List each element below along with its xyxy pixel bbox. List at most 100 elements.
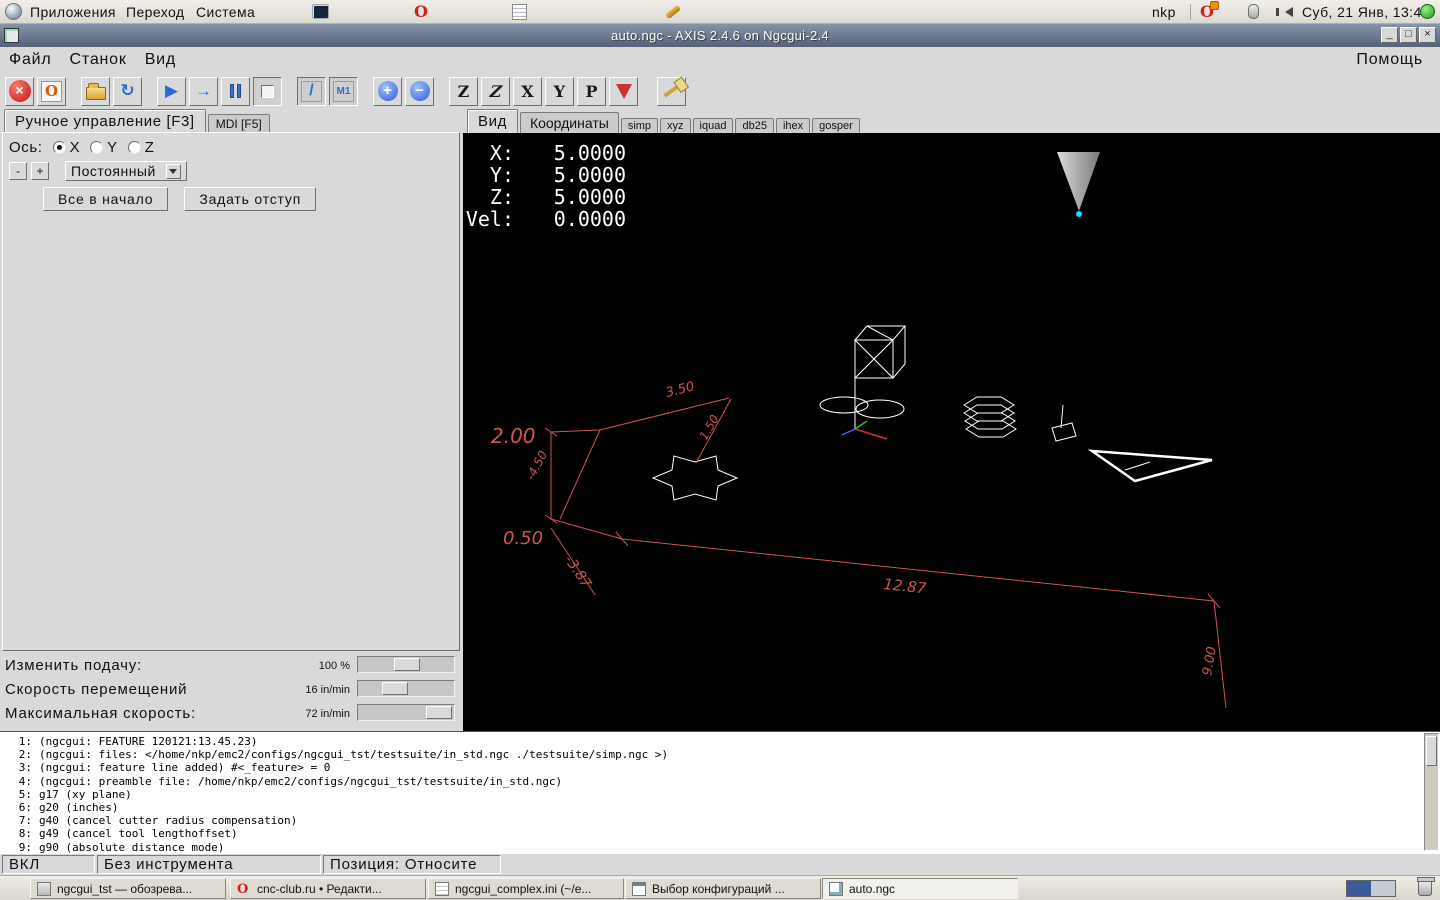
tray-opera[interactable]: O [1200,0,1220,23]
jog-speed-row: Скорость перемещений 16 in/min [0,678,460,701]
stop-button[interactable] [253,76,282,106]
zoom-in-button[interactable]: + [373,76,402,106]
feed-override-handle[interactable] [394,658,420,671]
reload-file-button[interactable]: ↻ [113,76,142,106]
distro-menu-icon[interactable] [5,0,22,23]
maximize-button[interactable]: □ [1400,27,1417,43]
jog-speed-handle[interactable] [382,682,408,695]
dro-vel-value: 0.0000 [554,207,626,231]
taskbar-item-axis[interactable]: auto.ngc [822,878,1018,899]
tab-simp[interactable]: simp [620,118,659,133]
radio-axis-x[interactable]: X [52,139,81,156]
max-velocity-slider[interactable] [357,704,455,721]
tab-ihex[interactable]: ihex [775,118,811,133]
gcode-line[interactable]: 1: (ngcgui: FEATURE 120121:13.45.23) [6,735,1440,748]
combo-arrow-button[interactable] [165,163,181,179]
menu-file[interactable]: Файл [0,49,61,71]
menu-applications[interactable]: Приложения [30,0,116,23]
minimize-button[interactable]: _ [1381,27,1398,43]
launcher-tool[interactable] [664,0,682,23]
launcher-opera[interactable]: O [414,0,428,23]
estop-button[interactable]: × [5,76,34,106]
extents-dimension-lines [544,397,1227,709]
launcher-terminal[interactable] [312,0,329,23]
dim-3-50: 3.50 [664,379,696,401]
taskbar-item-file-browser[interactable]: ngcgui_tst — обозрева... [30,878,226,899]
workspace-1[interactable] [1347,881,1371,896]
feed-override-slider[interactable] [357,656,455,673]
gcode-line[interactable]: 8: g49 (cancel tool lengthoffset) [6,827,1440,840]
run-program-button[interactable]: ▶ [157,76,186,106]
window-icon[interactable] [4,28,19,43]
trash-icon[interactable] [1417,877,1435,896]
gcode-line[interactable]: 2: (ngcgui: files: </home/nkp/emc2/config… [6,748,1440,761]
tab-mdi[interactable]: MDI [F5] [207,114,270,133]
jog-speed-slider[interactable] [357,680,455,697]
jog-speed-combobox[interactable]: Постоянный [65,161,187,181]
tab-db25[interactable]: db25 [735,118,774,133]
max-velocity-handle[interactable] [426,706,452,719]
tray-volume[interactable] [1276,0,1293,23]
touch-off-button[interactable]: Задать отступ [184,187,317,211]
tab-dro[interactable]: Координаты [519,112,619,133]
zoom-out-button[interactable]: − [405,76,434,106]
tab-preview[interactable]: Вид [467,109,518,133]
gcode-line[interactable]: 6: g20 (inches) [6,801,1440,814]
feed-override-label: Изменить подачу: [5,657,143,674]
gcode-line[interactable]: 4: (ngcgui: preamble file: /home/nkp/emc2… [6,775,1440,788]
view-top-button[interactable]: Z [449,76,478,106]
taskbar-item-config-picker[interactable]: Выбор конфигураций ... [625,878,821,899]
view-front-icon: Y [553,81,566,101]
manual-panel: Ось: X Y Z - + Постоянный Все в начало З… [2,132,460,651]
workspace-switcher[interactable] [1346,880,1396,897]
step-button[interactable]: → [189,76,218,106]
dim-1-50: 1.50 [696,412,722,442]
gcode-line[interactable]: 7: g40 (cancel cutter radius compensation… [6,814,1440,827]
tab-iquad[interactable]: iquad [692,118,734,133]
dim-minus-3-87: -3.87 [561,552,595,591]
launcher-editor[interactable] [512,0,527,23]
preview-3d-canvas[interactable]: X: 5.0000 Y: 5.0000 Z: 5.0000 Vel: 0.000… [463,133,1440,731]
window-titlebar[interactable]: auto.ngc - AXIS 2.4.6 on Ngcgui-2.4 _ □ … [0,24,1440,47]
menu-machine[interactable]: Станок [61,49,136,71]
taskbar-item-opera[interactable]: O cnc-club.ru • Редакти... [230,878,426,899]
view-side-button[interactable]: X [513,76,542,106]
gcode-scrollbar[interactable] [1424,733,1439,851]
gcode-line[interactable]: 5: g17 (xy plane) [6,788,1440,801]
view-perspective-button[interactable]: P [577,76,606,106]
rotate-view-button[interactable] [609,76,638,106]
gcode-scrollbar-thumb[interactable] [1426,736,1437,766]
view-rotated-top-button[interactable]: Z [481,76,510,106]
menu-help[interactable]: Помощь [1347,49,1432,71]
close-button[interactable]: × [1419,27,1436,43]
username-label: nkp [1152,3,1176,20]
jog-plus-button[interactable]: + [31,162,49,180]
workspace-2[interactable] [1371,881,1395,896]
view-side-icon: X [521,81,534,101]
radio-axis-y[interactable]: Y [90,139,118,156]
home-all-button[interactable]: Все в начало [43,187,169,211]
jog-minus-button[interactable]: - [9,162,27,180]
opera-icon: O [414,1,429,21]
radio-axis-z[interactable]: Z [127,139,155,156]
gcode-line[interactable]: 9: g90 (absolute distance mode) [6,841,1440,854]
menu-places[interactable]: Переход [126,0,184,23]
machine-power-button[interactable]: O [37,76,66,106]
gcode-line[interactable]: 3: (ngcgui: feature line added) #<_featur… [6,761,1440,774]
clear-plot-button[interactable] [657,76,686,106]
open-file-button[interactable] [81,76,110,106]
tab-gosper[interactable]: gosper [812,118,860,133]
user-applet[interactable]: nkp [1152,0,1176,23]
clock-applet[interactable]: Суб, 21 Янв, 13:45 [1302,0,1430,23]
block-delete-toggle[interactable]: / [297,76,326,106]
view-front-button[interactable]: Y [545,76,574,106]
tab-manual-control[interactable]: Ручное управление [F3] [4,109,206,133]
pause-button[interactable] [221,76,250,106]
menu-view[interactable]: Вид [136,49,185,71]
tray-mouse[interactable] [1248,0,1259,23]
tab-xyz[interactable]: xyz [660,118,691,133]
taskbar-item-editor[interactable]: ngcgui_complex.ini (~/e... [428,878,624,899]
menu-system[interactable]: Система [196,0,255,23]
logout-applet[interactable] [1420,0,1435,23]
optional-stop-toggle[interactable]: M1 [329,76,358,106]
